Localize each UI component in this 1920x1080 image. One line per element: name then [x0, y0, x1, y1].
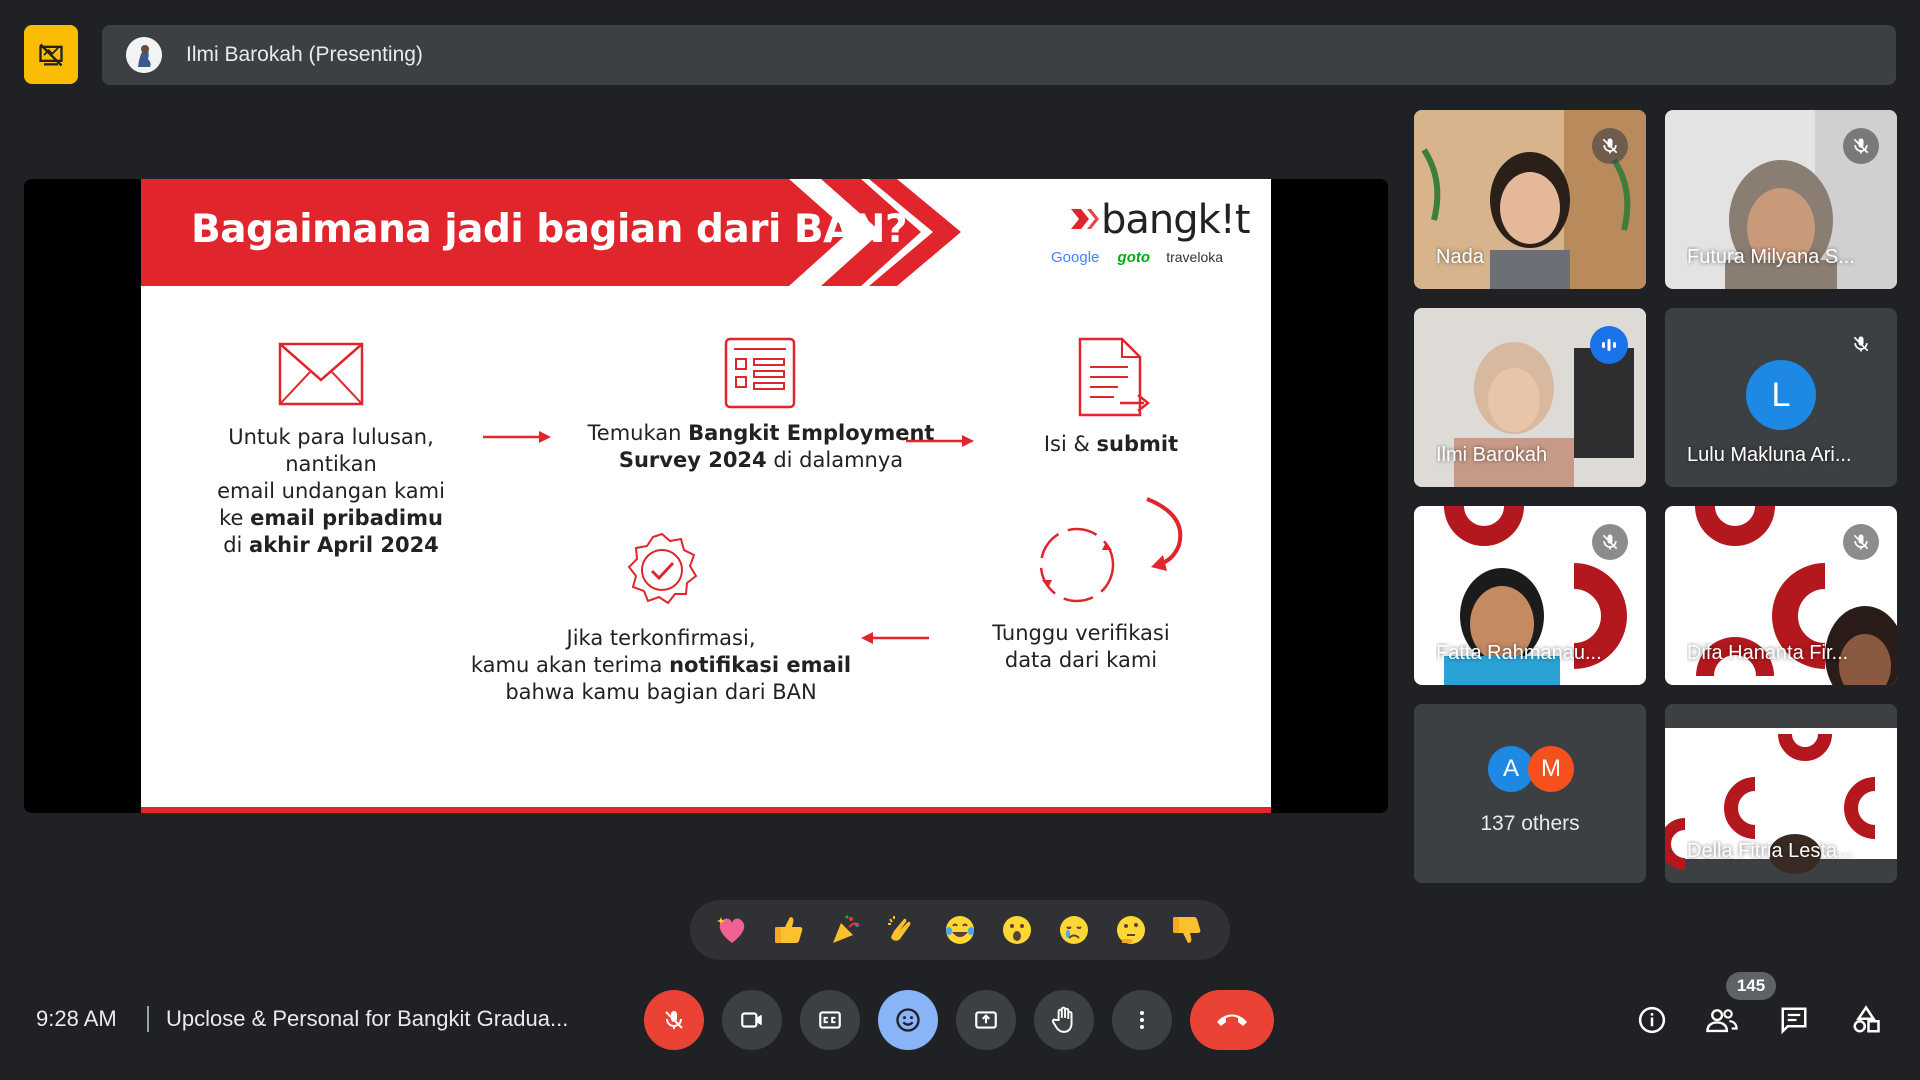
participant-tile-speaking[interactable]: Ilmi Barokah: [1414, 308, 1646, 487]
reactions-button[interactable]: [878, 990, 938, 1050]
curved-arrow-down-icon: [1146, 497, 1183, 571]
bottom-divider: [147, 1006, 149, 1032]
envelope-icon: [278, 342, 364, 406]
participant-name: Fatta Rahmanau...: [1436, 642, 1602, 664]
participant-tile[interactable]: Difa Hananta Fir...: [1665, 506, 1897, 685]
participant-count-badge: 145: [1726, 972, 1776, 1000]
mic-off-icon: [1843, 128, 1879, 164]
bangkit-mark-icon: [1071, 209, 1099, 229]
mic-off-icon: [1843, 326, 1879, 362]
meeting-title[interactable]: Upclose & Personal for Bangkit Gradua...: [166, 1006, 568, 1032]
thumbs-up-icon[interactable]: [766, 907, 812, 953]
presenter-avatar: [126, 37, 162, 73]
present-to-all-icon: [975, 1011, 997, 1029]
thinking-face-icon[interactable]: [1108, 907, 1154, 953]
document-submit-icon: [1078, 337, 1151, 417]
partner-goto: goto: [1117, 249, 1151, 266]
others-avatars: A M: [1488, 746, 1574, 792]
chat-icon: [1781, 1007, 1807, 1035]
others-tile[interactable]: A M 137 others: [1414, 704, 1646, 883]
reactions-bar: [690, 900, 1230, 960]
party-popper-icon[interactable]: [823, 907, 869, 953]
slide-bottom-stripe: [141, 807, 1271, 813]
presenter-bar[interactable]: Ilmi Barokah (Presenting): [102, 25, 1896, 85]
partner-traveloka: traveloka: [1166, 249, 1224, 265]
participant-initial-avatar: M: [1528, 746, 1574, 792]
participant-tile[interactable]: Nada: [1414, 110, 1646, 289]
emoji-icon: [896, 1008, 920, 1032]
participant-name: Lulu Makluna Ari...: [1687, 444, 1852, 466]
participant-tile[interactable]: Futura Milyana S...: [1665, 110, 1897, 289]
form-document-icon: [724, 337, 796, 409]
present-screen-button[interactable]: [956, 990, 1016, 1050]
info-icon: [1638, 1006, 1666, 1034]
arrow-right-icon: [906, 435, 974, 447]
activities-button[interactable]: [1844, 998, 1888, 1042]
participant-name: Futura Milyana S...: [1687, 246, 1855, 268]
mic-off-icon: [1843, 524, 1879, 560]
camera-toggle-button[interactable]: [722, 990, 782, 1050]
slide-title: Bagaimana jadi bagian dari BAN?: [191, 207, 908, 252]
arrow-right-icon: [483, 431, 551, 443]
speaking-indicator-icon: [1590, 326, 1628, 364]
presenter-name: Ilmi Barokah (Presenting): [186, 43, 423, 66]
arrow-left-icon: [861, 632, 929, 644]
sparkling-heart-icon[interactable]: [709, 907, 755, 953]
call-end-icon: [1217, 1014, 1247, 1026]
step-1-text: Untuk para lulusan, nantikan email undan…: [217, 425, 445, 557]
meeting-clock: 9:28 AM: [36, 1006, 117, 1031]
raise-hand-button[interactable]: [1034, 990, 1094, 1050]
captions-button[interactable]: [800, 990, 860, 1050]
participant-initial-avatar: L: [1746, 360, 1816, 430]
step-3-text: Isi & submit: [1043, 432, 1179, 456]
bangkit-logo: bangk!t Google goto traveloka: [1051, 193, 1251, 273]
meeting-details-button[interactable]: [1630, 998, 1674, 1042]
step-2-text: Temukan Bangkit Employment Survey 2024 d…: [587, 421, 935, 472]
crying-face-icon[interactable]: [1051, 907, 1097, 953]
participant-tile[interactable]: L Lulu Makluna Ari...: [1665, 308, 1897, 487]
verified-badge-icon: [627, 532, 698, 605]
thumbs-down-icon[interactable]: [1164, 907, 1210, 953]
meet-window: Ilmi Barokah (Presenting) Bagaimana jadi…: [0, 0, 1920, 1080]
mic-off-icon: [1592, 524, 1628, 560]
participant-name: Della Fitria Lesta...: [1687, 840, 1854, 862]
chat-button[interactable]: [1772, 998, 1816, 1042]
more-options-button[interactable]: [1112, 990, 1172, 1050]
step-5-text: Jika terkonfirmasi, kamu akan terima not…: [470, 626, 852, 704]
participant-name: Difa Hananta Fir...: [1687, 642, 1849, 664]
more-vert-icon: [1140, 1011, 1144, 1029]
leave-call-button[interactable]: [1190, 990, 1274, 1050]
presentation-stage[interactable]: Bagaimana jadi bagian dari BAN? bangk!t …: [24, 179, 1388, 813]
closed-captions-icon: [819, 1011, 841, 1029]
slide: Bagaimana jadi bagian dari BAN? bangk!t …: [141, 179, 1271, 813]
people-button[interactable]: [1700, 998, 1744, 1042]
participant-tile[interactable]: Della Fitria Lesta...: [1665, 704, 1897, 883]
participant-tile[interactable]: Fatta Rahmanau...: [1414, 506, 1646, 685]
present-stop-icon: [39, 43, 63, 66]
brand-name: bangk!t: [1101, 197, 1251, 243]
verification-cycle-icon: [1039, 527, 1115, 603]
presentation-indicator-button[interactable]: [24, 25, 78, 84]
participant-name: Ilmi Barokah: [1436, 444, 1548, 466]
microphone-toggle-button[interactable]: [644, 990, 704, 1050]
tears-of-joy-icon[interactable]: [937, 907, 983, 953]
participant-name: Nada: [1436, 246, 1484, 268]
others-count-label: 137 others: [1480, 812, 1580, 835]
activities-shapes-icon: [1853, 1005, 1880, 1033]
people-icon: [1706, 1009, 1738, 1033]
partner-google: Google: [1051, 249, 1100, 266]
clapping-hands-icon[interactable]: [880, 907, 926, 953]
step-4-text: Tunggu verifikasi data dari kami: [992, 621, 1170, 672]
brand-partners: Google goto traveloka: [1051, 249, 1223, 266]
videocam-icon: [741, 1012, 762, 1028]
mic-off-icon: [665, 1011, 683, 1029]
hand-icon: [1051, 1006, 1073, 1033]
surprised-face-icon[interactable]: [994, 907, 1040, 953]
mic-off-icon: [1592, 128, 1628, 164]
